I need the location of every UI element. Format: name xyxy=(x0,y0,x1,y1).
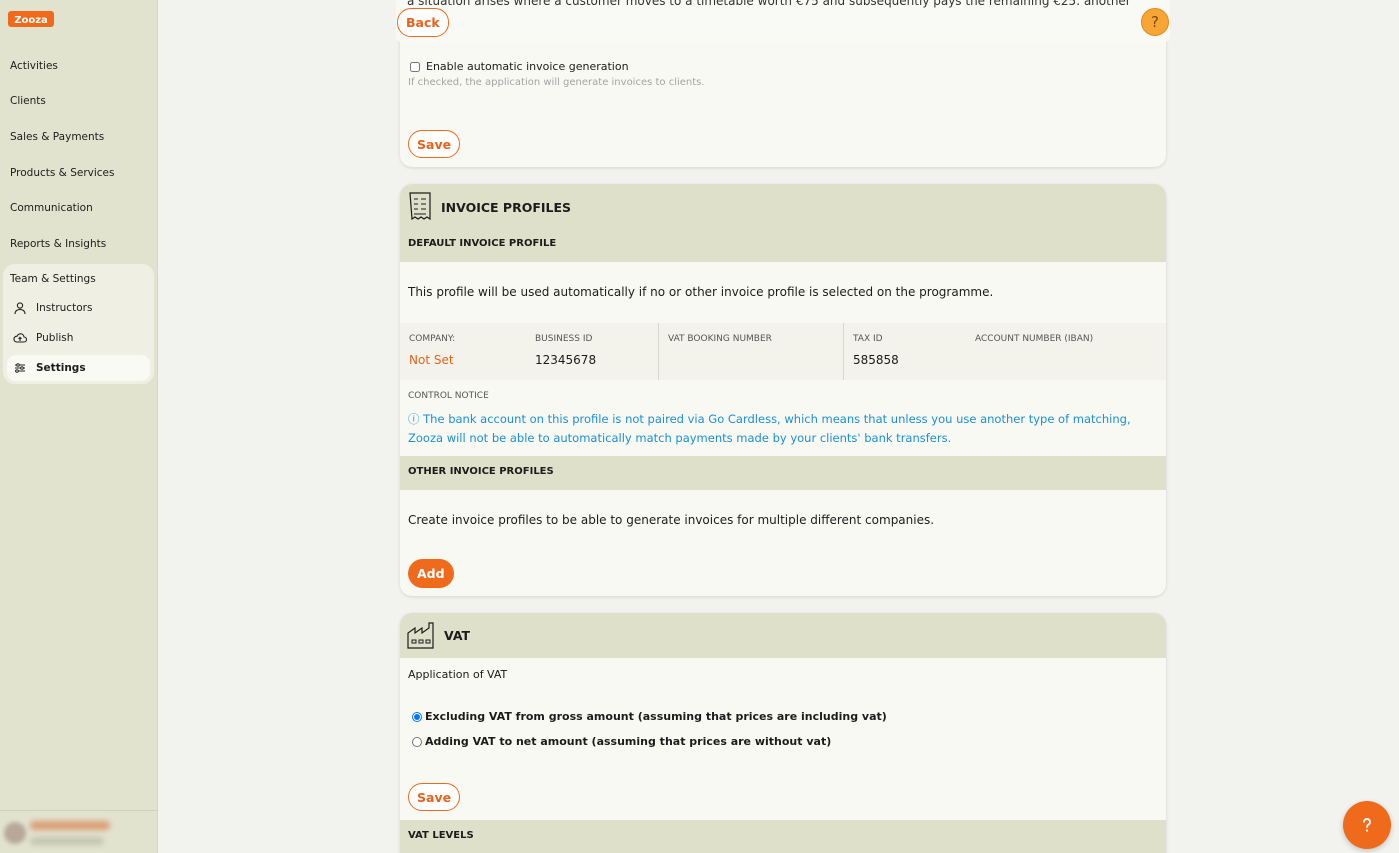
control-notice-line2: Zooza will not be able to automatically … xyxy=(408,431,952,445)
auto-invoice-hint: If checked, the application will generat… xyxy=(408,77,705,88)
vat-option-excluding-label: Excluding VAT from gross amount (assumin… xyxy=(425,710,887,723)
field-divider xyxy=(658,323,659,380)
nav-publish-label: Publish xyxy=(36,332,74,344)
other-profiles-description: Create invoice profiles to be able to ge… xyxy=(408,513,935,527)
add-invoice-profile-button[interactable]: Add xyxy=(408,559,454,588)
nav-sales-payments[interactable]: Sales & Payments xyxy=(10,131,104,143)
business-id-label: BUSINESS ID xyxy=(535,334,593,344)
nav-instructors-label: Instructors xyxy=(36,302,93,314)
avatar xyxy=(4,822,26,844)
vat-booking-label: VAT BOOKING NUMBER xyxy=(668,334,772,344)
tax-id-label: TAX ID xyxy=(853,334,883,344)
control-notice-label: CONTROL NOTICE xyxy=(408,391,489,401)
vat-levels-header: VAT LEVELS xyxy=(400,820,1166,853)
business-id-value: 12345678 xyxy=(535,353,597,367)
help-chat-button[interactable] xyxy=(1343,801,1391,849)
nav-instructors[interactable]: Instructors xyxy=(7,295,150,321)
factory-icon xyxy=(407,622,434,649)
info-icon: ⓘ xyxy=(408,412,420,426)
team-settings-title[interactable]: Team & Settings xyxy=(10,273,96,285)
person-icon xyxy=(14,302,26,315)
help-icon[interactable]: ? xyxy=(1141,8,1169,36)
user-email-blurred xyxy=(30,837,104,845)
other-profiles-heading: OTHER INVOICE PROFILES xyxy=(408,466,554,477)
vat-header: VAT xyxy=(400,613,1166,658)
vat-option-adding-label: Adding VAT to net amount (assuming that … xyxy=(425,735,832,748)
nav-settings-label: Settings xyxy=(36,362,86,374)
nav-products-services[interactable]: Products & Services xyxy=(10,167,114,179)
nav-activities[interactable]: Activities xyxy=(10,60,58,72)
nav-communication[interactable]: Communication xyxy=(10,202,93,214)
sidebar: Zooza Activities Clients Sales & Payment… xyxy=(0,0,158,853)
default-profile-heading: DEFAULT INVOICE PROFILE xyxy=(408,238,557,249)
control-notice: ⓘ The bank account on this profile is no… xyxy=(408,410,1131,448)
invoice-profiles-card: INVOICE PROFILES DEFAULT INVOICE PROFILE… xyxy=(400,184,1166,596)
auto-invoice-checkbox[interactable] xyxy=(410,61,420,72)
vat-application-label: Application of VAT xyxy=(408,668,508,681)
auto-invoice-label: Enable automatic invoice generation xyxy=(426,60,629,73)
auto-invoice-option[interactable]: Enable automatic invoice generation xyxy=(410,60,629,73)
settings-icon xyxy=(15,363,25,373)
invoice-profiles-header: INVOICE PROFILES DEFAULT INVOICE PROFILE xyxy=(400,184,1166,262)
vat-levels-heading: VAT LEVELS xyxy=(408,830,474,841)
back-button[interactable]: Back xyxy=(397,8,449,37)
cloud-upload-icon xyxy=(13,333,27,343)
vat-title: VAT xyxy=(444,628,471,643)
zooza-logo[interactable]: Zooza xyxy=(8,8,54,30)
invoice-profiles-title: INVOICE PROFILES xyxy=(441,200,572,215)
user-name-blurred xyxy=(30,821,110,830)
save-vat-button[interactable]: Save xyxy=(408,783,461,811)
question-icon xyxy=(1363,818,1371,832)
vat-card: VAT Application of VAT Excluding VAT fro… xyxy=(400,613,1166,853)
company-value: Not Set xyxy=(409,353,454,367)
nav-publish[interactable]: Publish xyxy=(7,325,150,351)
company-label: COMPANY: xyxy=(409,334,456,344)
svg-text:Zooza: Zooza xyxy=(14,15,48,26)
vat-radio-excluding[interactable] xyxy=(412,711,422,722)
nav-reports-insights[interactable]: Reports & Insights xyxy=(10,238,106,250)
vat-option-excluding[interactable]: Excluding VAT from gross amount (assumin… xyxy=(412,710,887,723)
field-divider xyxy=(843,323,844,380)
control-notice-line1: The bank account on this profile is not … xyxy=(423,412,1131,426)
nav-settings[interactable]: Settings xyxy=(7,355,150,381)
team-settings-group: Team & Settings Instructors Publish Sett… xyxy=(3,264,154,384)
profile-fields-row xyxy=(400,323,1166,380)
iban-label: ACCOUNT NUMBER (IBAN) xyxy=(975,334,1094,344)
other-profiles-header: OTHER INVOICE PROFILES xyxy=(400,456,1166,490)
vat-option-adding[interactable]: Adding VAT to net amount (assuming that … xyxy=(412,735,831,748)
vat-radio-adding[interactable] xyxy=(412,736,422,747)
user-profile[interactable] xyxy=(0,810,158,853)
tax-id-value: 585858 xyxy=(853,353,899,367)
cut-off-description: a situation arises where a customer move… xyxy=(407,0,1131,8)
receipt-icon xyxy=(409,192,431,220)
default-profile-description: This profile will be used automatically … xyxy=(408,285,994,299)
save-auto-invoice-button[interactable]: Save xyxy=(408,130,461,158)
nav-clients[interactable]: Clients xyxy=(10,95,46,107)
